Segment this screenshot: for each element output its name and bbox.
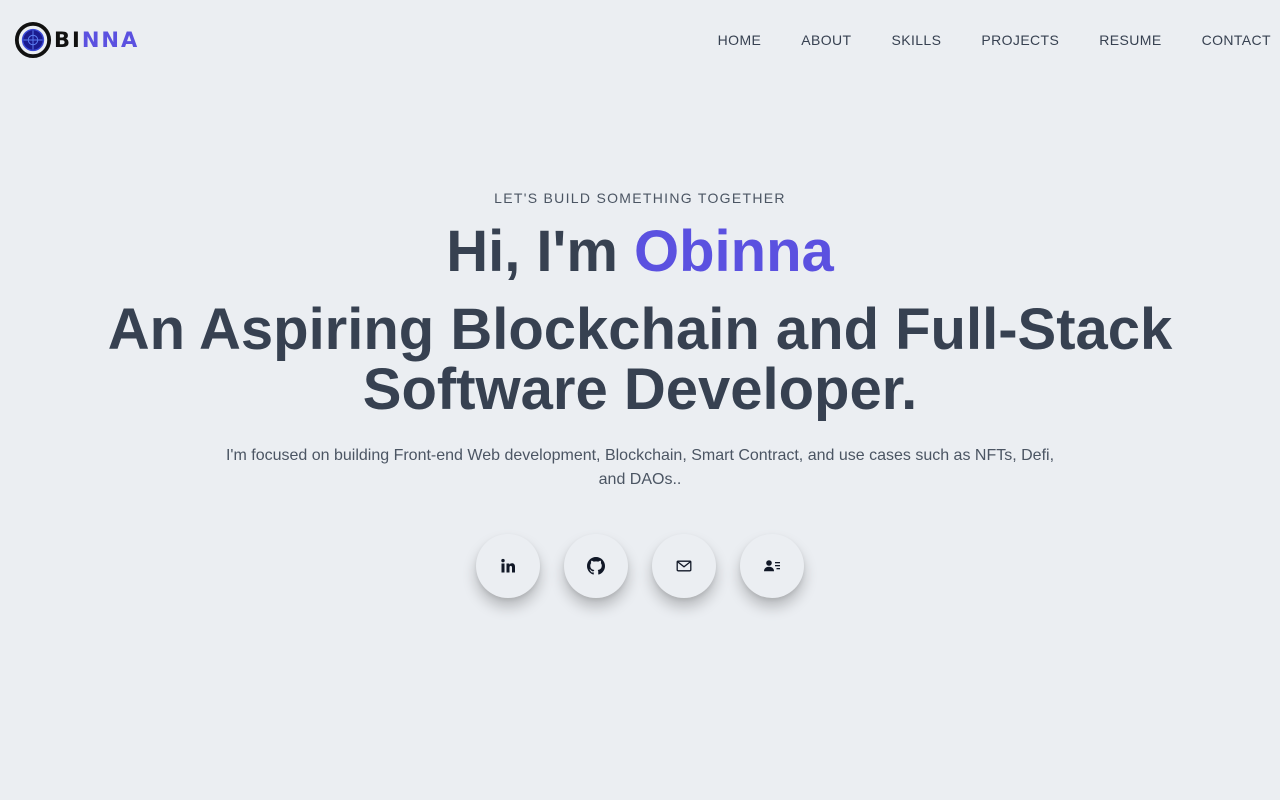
linkedin-icon [501,558,515,573]
nav-skills[interactable]: SKILLS [891,28,941,52]
greeting-prefix: Hi, I'm [446,219,635,284]
greeting-name: Obinna [634,219,834,284]
site-header: BINNA HOME ABOUT SKILLS PROJECTS RESUME … [0,0,1280,80]
logo-text-dark: BI [54,28,82,52]
main-nav: HOME ABOUT SKILLS PROJECTS RESUME CONTAC… [718,28,1271,52]
hero-intro: I'm focused on building Front-end Web de… [225,447,1055,488]
nav-about[interactable]: ABOUT [801,28,851,52]
github-icon [587,557,605,575]
site-logo[interactable]: BINNA [14,20,139,60]
hero-eyebrow: LET'S BUILD SOMETHING TOGETHER [494,190,786,206]
mail-icon [676,560,692,572]
nav-contact[interactable]: CONTACT [1202,28,1271,52]
logo-wordmark: BINNA [54,21,139,59]
linkedin-button[interactable] [476,534,540,598]
github-button[interactable] [564,534,628,598]
social-links [0,534,1280,598]
hero-headline: An Aspiring Blockchain and Full-Stack So… [107,297,1173,422]
nav-projects[interactable]: PROJECTS [981,28,1059,52]
portfolio-page: BINNA HOME ABOUT SKILLS PROJECTS RESUME … [0,0,1280,800]
nav-home[interactable]: HOME [718,28,762,52]
hero-section: LET'S BUILD SOMETHING TOGETHER Hi, I'm O… [0,184,1280,598]
nav-resume[interactable]: RESUME [1099,28,1161,52]
logo-text-accent: NNA [81,28,140,52]
hero-greeting: Hi, I'm Obinna [0,220,1280,284]
mail-button[interactable] [652,534,716,598]
contact-card-icon [764,560,780,572]
target-logo-icon [14,21,52,59]
contact-card-button[interactable] [740,534,804,598]
